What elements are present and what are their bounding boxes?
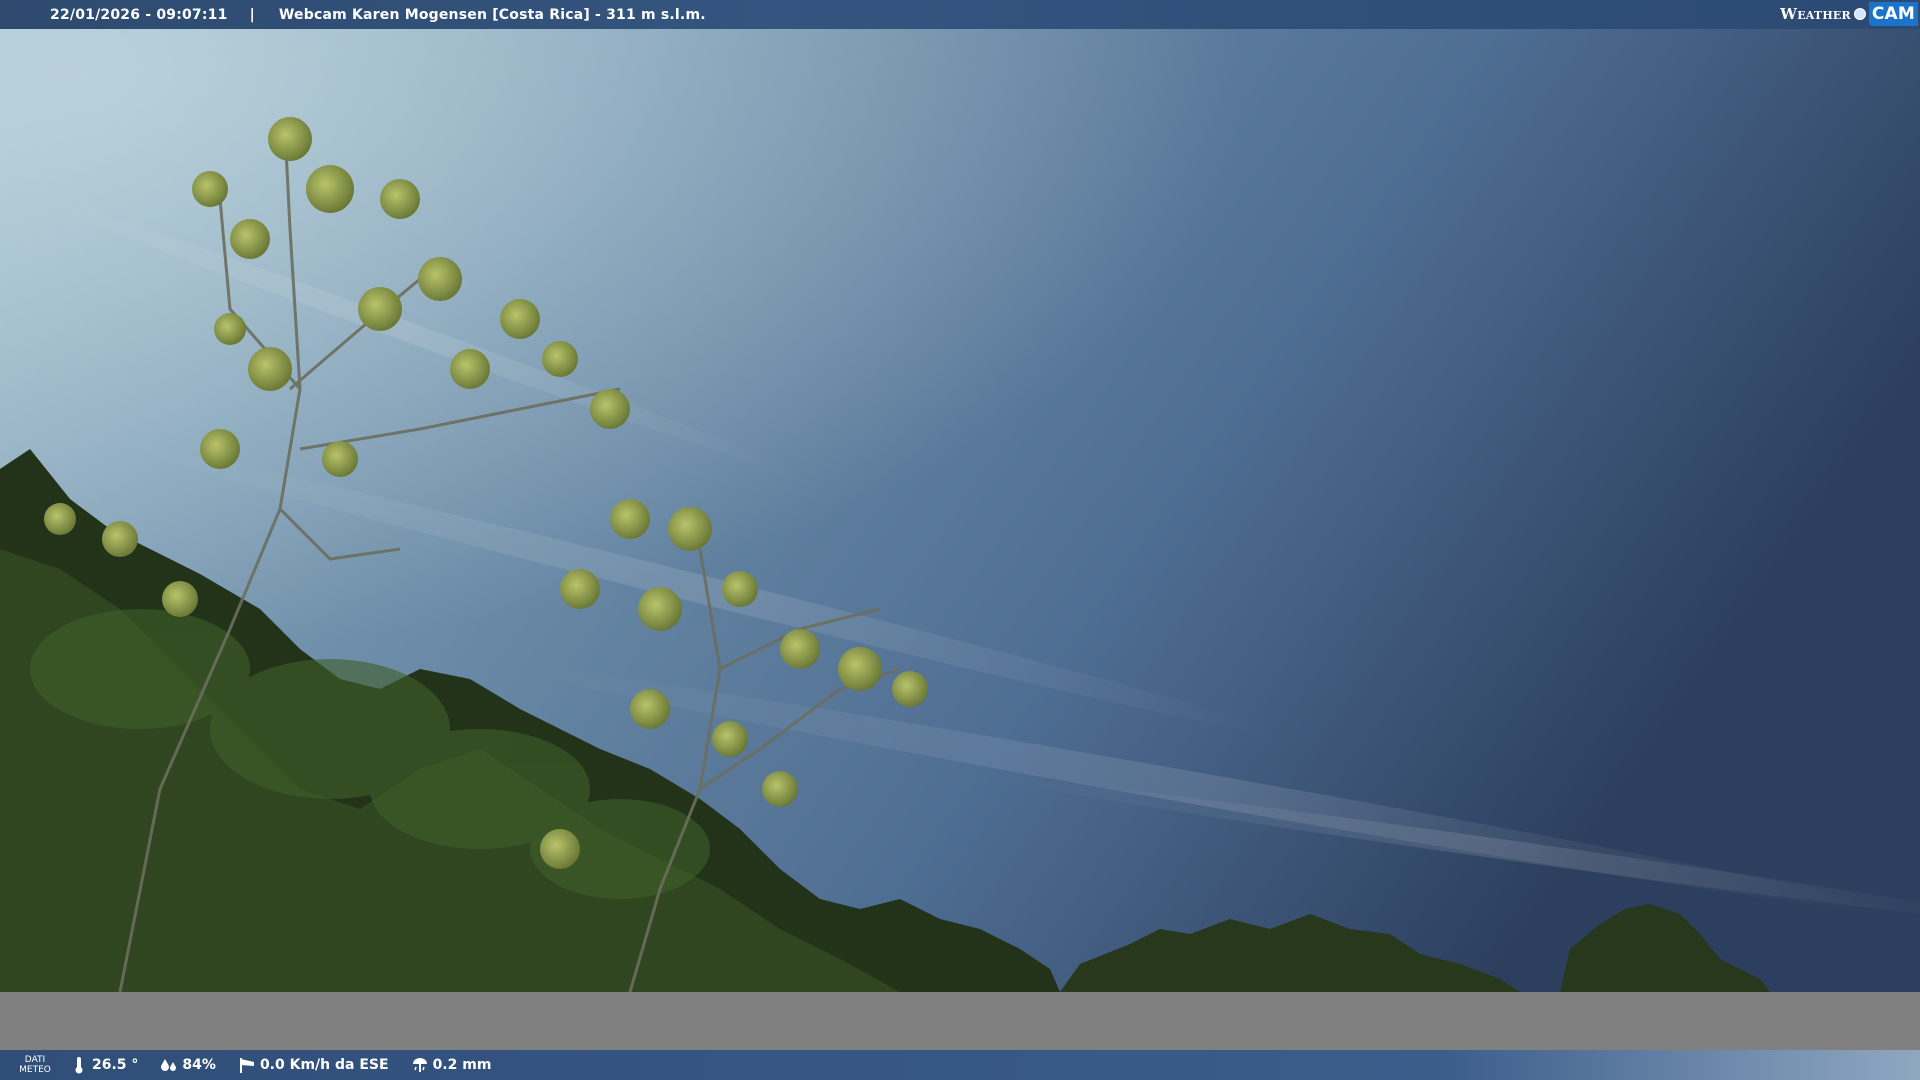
droplets-icon	[160, 1056, 178, 1074]
top-info-bar: 22/01/2026 - 09:07:11 | Webcam Karen Mog…	[0, 0, 1920, 29]
header-separator: |	[249, 6, 255, 23]
rain-value: 0.2 mm	[432, 1057, 492, 1073]
humidity-metric: 84%	[160, 1056, 216, 1074]
webcam-title: Webcam Karen Mogensen [Costa Rica] - 311…	[278, 6, 706, 23]
gray-strip	[0, 992, 1920, 1050]
temperature-value: 26.5 °	[92, 1057, 139, 1073]
webcam-scene	[0, 29, 1920, 993]
logo-globe-icon	[1853, 8, 1866, 20]
logo-weather-text: Weather	[1780, 5, 1851, 23]
rain-metric: 0.2 mm	[411, 1056, 492, 1074]
rain-gauge-icon	[411, 1056, 429, 1074]
dati-line2: METEO	[19, 1065, 51, 1075]
logo-cam-text: CAM	[1868, 2, 1918, 26]
wind-value: 0.0 Km/h da ESE	[259, 1057, 389, 1073]
webcam-image	[0, 29, 1920, 993]
humidity-value: 84%	[182, 1057, 216, 1073]
dati-line1: DATI	[24, 1055, 46, 1065]
temperature-metric: 26.5 °	[70, 1056, 138, 1074]
weather-data-bar: DATI METEO 26.5 ° 84% 0.0 Km/h da ESE 0.…	[0, 1050, 1920, 1080]
thermometer-icon	[70, 1056, 88, 1074]
wind-metric: 0.0 Km/h da ESE	[238, 1056, 389, 1074]
windsock-icon	[238, 1056, 256, 1074]
dati-meteo-label: DATI METEO	[0, 1055, 70, 1075]
weathercam-logo: Weather CAM	[1780, 1, 1918, 27]
datetime-label: 22/01/2026 - 09:07:11	[50, 6, 228, 23]
